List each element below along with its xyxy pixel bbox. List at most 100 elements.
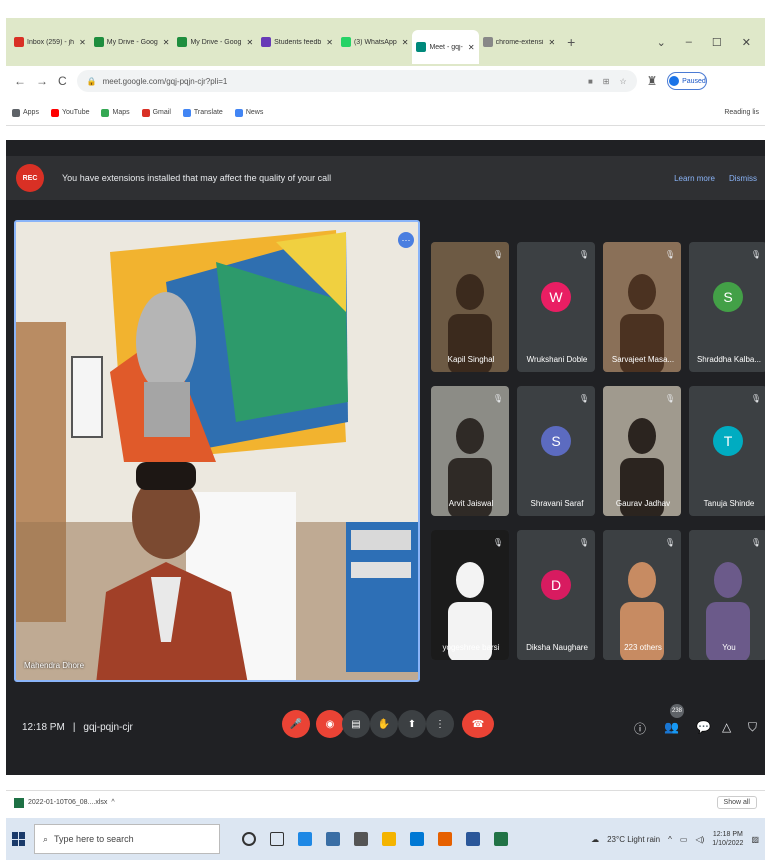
participant-name: Shraddha Kalba... (696, 355, 762, 364)
chrome-icon[interactable] (382, 832, 396, 846)
participant-tile[interactable]: S 🎙 Shravani Saraf (517, 386, 595, 516)
more-options-icon[interactable]: ⋯ (398, 232, 414, 248)
close-tab-icon[interactable]: ✕ (79, 38, 86, 47)
notifications-icon[interactable]: ▨ (751, 835, 759, 844)
leave-call-icon[interactable]: ☎ (462, 710, 494, 738)
show-all-button[interactable]: Show all (716, 796, 757, 809)
mail-icon[interactable] (410, 832, 424, 846)
taskbar-search[interactable]: ⌕ Type here to search (34, 824, 220, 854)
people-icon[interactable]: 👥 (664, 720, 679, 734)
extension-icon[interactable]: ⊞ (603, 77, 610, 86)
close-tab-icon[interactable]: ✕ (548, 38, 555, 47)
bookmark-item[interactable]: Translate (182, 108, 223, 117)
camera-icon[interactable]: ■ (588, 77, 593, 86)
browser-tab[interactable]: My Drive - Goog ✕ (90, 27, 174, 57)
url-bar[interactable]: 🔒 meet.google.com/gqj-pqjn-cjr?pli=1 ■ ⊞… (76, 70, 637, 92)
excel-file-icon (14, 797, 24, 808)
camera-off-icon[interactable]: ◉ (316, 710, 344, 738)
close-tab-icon[interactable]: ✕ (326, 38, 333, 47)
tab-label: chrome-extensi (495, 38, 544, 46)
chevron-up-icon[interactable]: ^ (111, 799, 114, 806)
new-tab-button[interactable]: + (559, 34, 583, 50)
browser-tab[interactable]: chrome-extensi ✕ (479, 27, 560, 57)
captions-icon[interactable]: ▤ (342, 710, 370, 738)
close-tab-icon[interactable]: ✕ (468, 43, 475, 52)
star-icon[interactable]: ☆ (620, 77, 627, 86)
search-icon: ⌕ (43, 833, 49, 844)
weather-text[interactable]: 23°C Light rain (607, 835, 660, 844)
file-explorer-icon[interactable] (326, 832, 340, 846)
profile-button[interactable]: Paused (667, 72, 708, 90)
top-strip (0, 0, 765, 14)
participant-tile[interactable]: D 🎙 Diksha Naughare (517, 530, 595, 660)
chevron-up-tray-icon[interactable]: ^ (668, 835, 672, 844)
network-icon[interactable]: ▭ (680, 835, 688, 844)
browser-tab[interactable]: Inbox (259) - jh ✕ (10, 27, 90, 57)
volume-icon[interactable]: ◁) (695, 835, 704, 844)
participant-tile[interactable]: 🎙 Arvit Jaiswal (431, 386, 509, 516)
system-clock[interactable]: 12:18 PM 1/10/2022 (712, 830, 743, 848)
muted-mic-icon: 🎙 (750, 394, 761, 403)
bookmark-item[interactable]: Gmail (141, 108, 171, 117)
browser-tab[interactable]: (3) WhatsApp ✕ (337, 27, 413, 57)
weather-icon[interactable]: ☁ (591, 835, 599, 844)
edge-icon[interactable] (298, 832, 312, 846)
participant-tile[interactable]: 🎙 223 others (603, 530, 681, 660)
participant-name: Kapil Singhal (447, 355, 495, 364)
participant-tile[interactable]: T 🎙 Tanuja Shinde (689, 386, 765, 516)
meeting-time: 12:18 PM (22, 722, 65, 733)
close-tab-icon[interactable]: ✕ (402, 38, 409, 47)
back-icon[interactable]: ← (14, 74, 26, 88)
browser-tab[interactable]: My Drive - Goog ✕ (173, 27, 257, 57)
forward-icon[interactable]: → (36, 74, 48, 88)
participant-tile[interactable]: 🎙 You (689, 530, 765, 660)
dismiss-link[interactable]: Dismiss (729, 174, 757, 183)
close-window-icon[interactable]: ✕ (742, 36, 751, 49)
participant-name: 223 others (624, 643, 662, 652)
windows-start-icon[interactable] (12, 832, 26, 846)
more-options-button[interactable]: ⋮ (426, 710, 454, 738)
participant-name: Arvit Jaiswal (448, 499, 494, 508)
host-controls-icon[interactable]: ⛉ (748, 720, 757, 735)
participant-count-badge: 238 (670, 704, 684, 718)
minimize-icon[interactable]: – (686, 36, 692, 49)
participant-tile[interactable]: S 🎙 Shraddha Kalba... (689, 242, 765, 372)
info-icon[interactable]: ⓘ (634, 720, 646, 737)
participant-tile[interactable]: 🎙 Gaurav Jadhav (603, 386, 681, 516)
participant-tile[interactable]: 🎙 Sarvajeet Masa... (603, 242, 681, 372)
browser-tab[interactable]: Meet - gqj- ✕ (412, 30, 479, 64)
reading-list-button[interactable]: Reading lis (724, 109, 765, 116)
tab-search-icon[interactable]: ⌄ (657, 36, 666, 49)
close-tab-icon[interactable]: ✕ (163, 38, 170, 47)
bookmark-item[interactable]: YouTube (50, 108, 89, 117)
word-icon[interactable] (466, 832, 480, 846)
download-file[interactable]: 2022-01-10T06_08....xlsx (28, 799, 107, 806)
learn-more-link[interactable]: Learn more (674, 174, 715, 183)
raise-hand-icon[interactable]: ✋ (370, 710, 398, 738)
excel-icon[interactable] (494, 832, 508, 846)
participant-tile[interactable]: 🎙 yogeshree barsi (431, 530, 509, 660)
store-icon[interactable] (354, 832, 368, 846)
participant-tile[interactable]: 🎙 Kapil Singhal (431, 242, 509, 372)
present-icon[interactable]: ⬆ (398, 710, 426, 738)
reload-icon[interactable]: C (58, 74, 67, 88)
participant-tile[interactable]: W 🎙 Wrukshani Doble (517, 242, 595, 372)
main-video[interactable]: ⋯ Mahendra Dhore (14, 220, 420, 682)
activities-icon[interactable]: △ (722, 720, 731, 734)
chat-icon[interactable]: 💬 (696, 720, 711, 734)
close-tab-icon[interactable]: ✕ (246, 38, 253, 47)
bookmark-item[interactable]: Apps (12, 108, 39, 117)
tab-label: Inbox (259) - jh (27, 38, 75, 46)
puzzle-icon[interactable]: ♜ (647, 74, 658, 88)
mic-off-icon[interactable]: 🎤 (282, 710, 310, 738)
maximize-icon[interactable]: ☐ (712, 36, 722, 49)
cortana-icon[interactable] (242, 832, 256, 846)
bookmark-item[interactable]: News (234, 108, 263, 117)
bookmark-item[interactable]: Maps (101, 108, 130, 117)
clock-time: 12:18 PM (712, 831, 743, 838)
participant-video (603, 386, 681, 516)
firefox-icon[interactable] (438, 832, 452, 846)
browser-tab[interactable]: Students feedb ✕ (257, 27, 337, 57)
task-view-icon[interactable] (270, 832, 284, 846)
participant-name: Shravani Saraf (530, 499, 584, 508)
